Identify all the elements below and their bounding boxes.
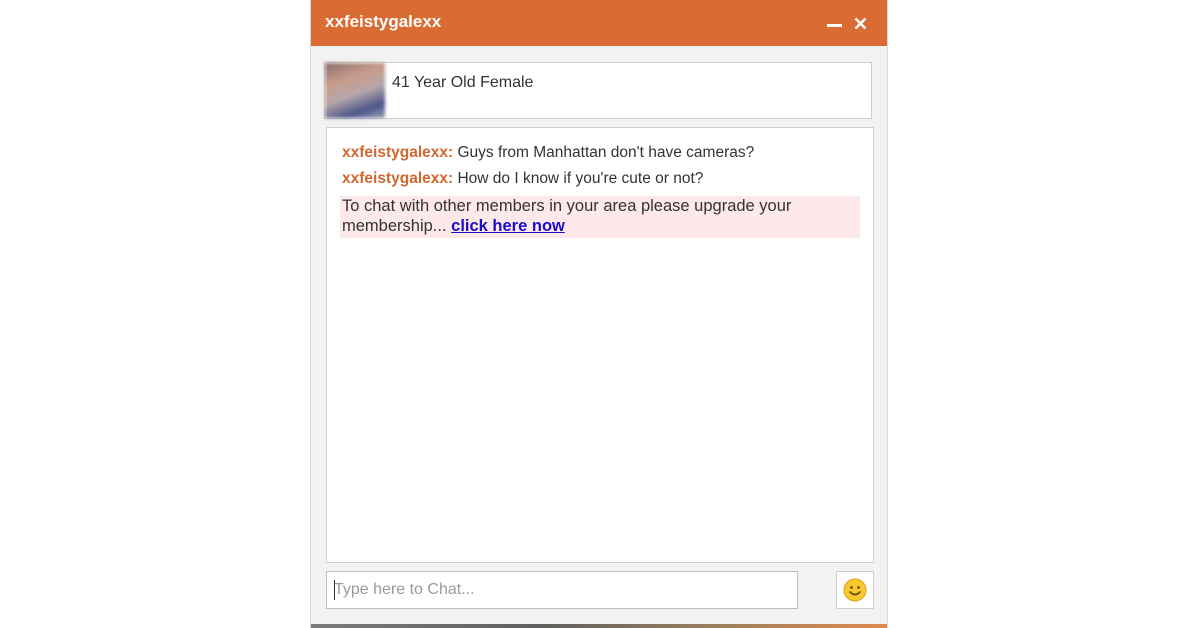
message-sender: xxfeistygalexx: <box>342 144 454 161</box>
chat-input[interactable] <box>326 571 798 609</box>
chat-title: xxfeistygalexx <box>325 12 442 31</box>
title-bar: xxfeistygalexx <box>311 0 887 46</box>
smiley-icon <box>843 578 867 602</box>
minimize-button[interactable] <box>823 10 847 36</box>
emoji-button[interactable] <box>836 571 874 609</box>
bottom-strip <box>311 624 887 628</box>
message-list[interactable]: xxfeistygalexx: Guys from Manhattan don'… <box>326 127 874 563</box>
message-sender: xxfeistygalexx: <box>342 170 454 187</box>
message-text: Guys from Manhattan don't have cameras? <box>457 144 755 161</box>
upgrade-notice-text: To chat with other members in your area … <box>342 197 792 235</box>
text-caret <box>334 580 335 600</box>
close-button[interactable] <box>849 10 873 36</box>
upgrade-notice: To chat with other members in your area … <box>340 196 860 238</box>
profile-description: 41 Year Old Female <box>392 74 534 91</box>
avatar[interactable] <box>325 63 385 118</box>
chat-message: xxfeistygalexx: How do I know if you're … <box>342 170 703 188</box>
minimize-icon <box>827 24 842 27</box>
chat-window: xxfeistygalexx 41 Year Old Female xxfeis… <box>310 0 888 628</box>
close-icon <box>854 17 867 30</box>
profile-header: 41 Year Old Female <box>324 62 872 119</box>
upgrade-link[interactable]: click here now <box>451 217 565 235</box>
chat-message: xxfeistygalexx: Guys from Manhattan don'… <box>342 144 754 162</box>
message-text: How do I know if you're cute or not? <box>457 170 704 187</box>
